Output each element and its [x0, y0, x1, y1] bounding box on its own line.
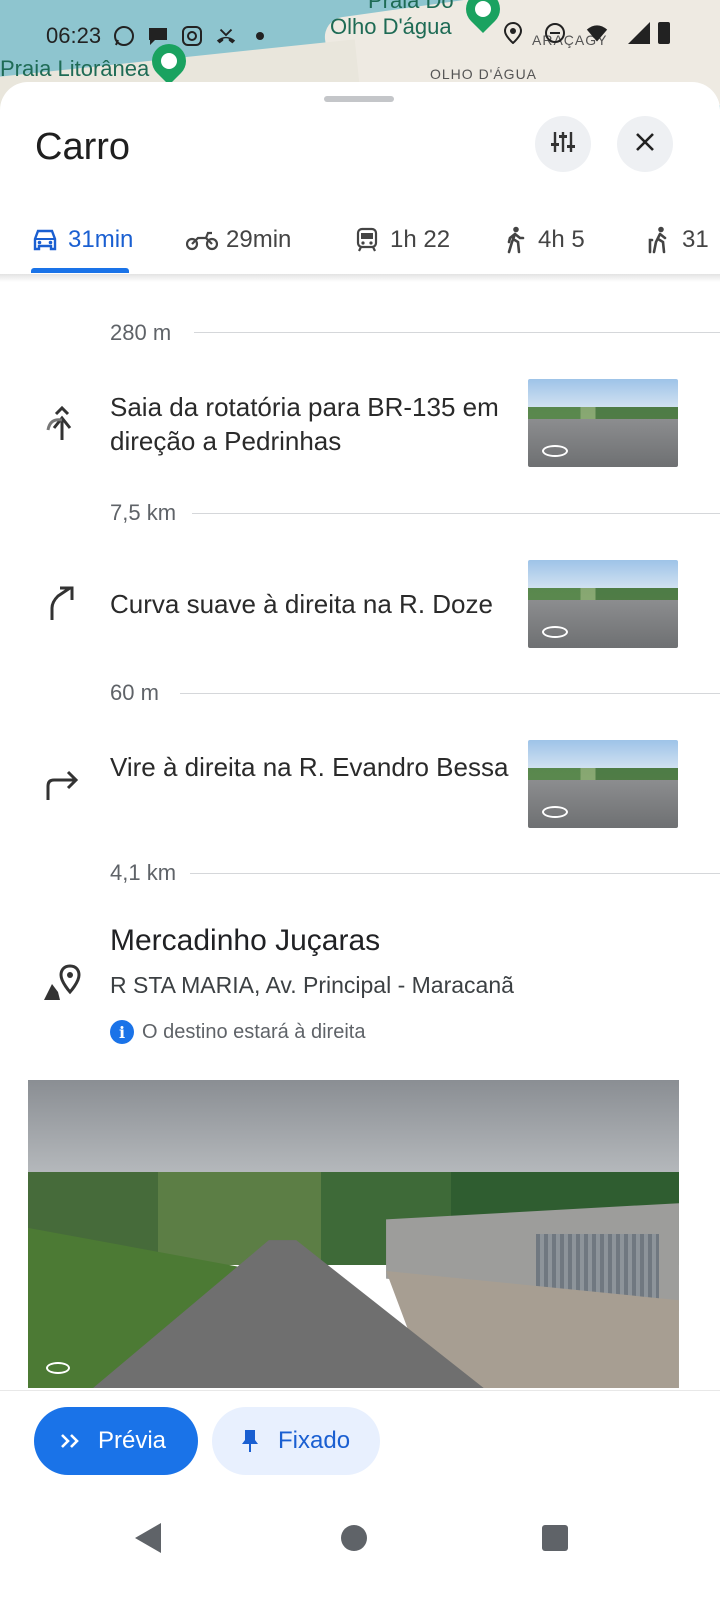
rotate-360-icon — [542, 626, 568, 638]
preview-button[interactable]: Prévia — [34, 1407, 198, 1475]
tab-label: 31 — [682, 226, 709, 253]
status-time: 06:23 — [46, 23, 102, 48]
system-nav-bar — [0, 1501, 720, 1581]
pin-icon — [236, 1427, 264, 1455]
divider — [194, 332, 720, 333]
tab-label: 31min — [68, 226, 134, 253]
divider — [192, 513, 720, 514]
destination-note-text: O destino estará à direita — [142, 1020, 366, 1043]
map-label: Praia Litorânea — [0, 56, 150, 81]
location-icon — [502, 22, 524, 44]
tab-label: 29min — [226, 226, 292, 253]
tune-icon — [550, 129, 576, 160]
home-icon[interactable] — [341, 1525, 367, 1551]
info-icon: i — [110, 1020, 134, 1044]
tab-walk[interactable]: 4h 5 — [500, 204, 585, 276]
destination-name[interactable]: Mercadinho Juçaras — [110, 924, 380, 958]
close-icon — [634, 127, 656, 161]
tab-car[interactable]: 31min — [30, 204, 133, 276]
turn-right-icon — [42, 764, 82, 804]
step-distance: 60 m — [110, 680, 159, 705]
dnd-icon — [544, 22, 566, 44]
divider — [180, 693, 720, 694]
close-button[interactable] — [617, 116, 673, 172]
destination-address: R STA MARIA, Av. Principal - Maracanã — [110, 972, 514, 998]
street-view-thumbnail[interactable] — [528, 560, 678, 648]
tab-label: 4h 5 — [538, 226, 585, 253]
wifi-icon — [586, 22, 608, 44]
roundabout-exit-icon — [42, 404, 82, 444]
step-distance: 7,5 km — [110, 500, 177, 525]
chat-icon — [147, 25, 169, 47]
tabs-divider — [0, 274, 720, 282]
transit-icon — [352, 225, 382, 255]
status-right — [502, 22, 670, 44]
motorcycle-icon — [186, 225, 218, 255]
rotate-360-icon — [542, 445, 568, 457]
whatsapp-icon — [113, 25, 135, 47]
divider — [190, 873, 720, 874]
bottom-action-bar: Prévia Fixado — [0, 1390, 720, 1600]
pinned-button[interactable]: Fixado — [212, 1407, 380, 1475]
recents-icon[interactable] — [542, 1525, 568, 1551]
slight-right-icon — [42, 584, 82, 624]
double-chevron-right-icon — [56, 1427, 84, 1455]
tab-transit[interactable]: 1h 22 — [352, 204, 450, 276]
active-tab-indicator — [31, 268, 129, 273]
tab-motorcycle[interactable]: 29min — [186, 204, 291, 276]
car-icon — [30, 225, 60, 255]
map-label: Praia Do — [368, 0, 454, 13]
destination-note: i O destino estará à direita — [110, 1020, 365, 1044]
pinned-label: Fixado — [278, 1427, 351, 1454]
drag-handle[interactable] — [324, 96, 394, 102]
tab-ride[interactable]: 31 — [644, 204, 709, 276]
rotate-360-icon — [542, 806, 568, 818]
battery-icon — [658, 22, 670, 44]
walk-icon — [500, 225, 530, 255]
street-view-thumbnail[interactable] — [528, 379, 678, 467]
step-instruction[interactable]: Vire à direita na R. Evandro Bessa — [110, 750, 520, 784]
street-view-thumbnail[interactable] — [528, 740, 678, 828]
missed-call-icon — [215, 25, 237, 47]
instagram-icon — [181, 25, 203, 47]
preview-label: Prévia — [98, 1427, 167, 1454]
step-distance: 280 m — [110, 320, 172, 345]
rotate-360-icon — [46, 1362, 70, 1374]
status-bar: 06:23 — [46, 18, 670, 54]
signal-icon — [628, 22, 650, 44]
ride-icon — [644, 225, 674, 255]
step-instruction[interactable]: Saia da rotatória para BR-135 em direção… — [110, 390, 520, 458]
travel-mode-tabs: 31min 29min 1h 22 4h 5 31 — [0, 204, 720, 276]
tab-label: 1h 22 — [390, 226, 451, 253]
destination-street-view[interactable] — [28, 1080, 679, 1388]
route-options-button[interactable] — [535, 116, 591, 172]
dot-icon — [249, 25, 271, 47]
step-distance: 4,1 km — [110, 860, 177, 885]
map-label: OLHO D'ÁGUA — [430, 66, 538, 82]
step-instruction[interactable]: Curva suave à direita na R. Doze — [110, 587, 530, 621]
back-icon[interactable] — [135, 1523, 161, 1553]
destination-flag-icon — [42, 964, 82, 1004]
directions-sheet: Carro 31min 29min 1h 22 4h 5 31 280 m Sa… — [0, 82, 720, 1600]
sheet-title: Carro — [35, 126, 131, 168]
